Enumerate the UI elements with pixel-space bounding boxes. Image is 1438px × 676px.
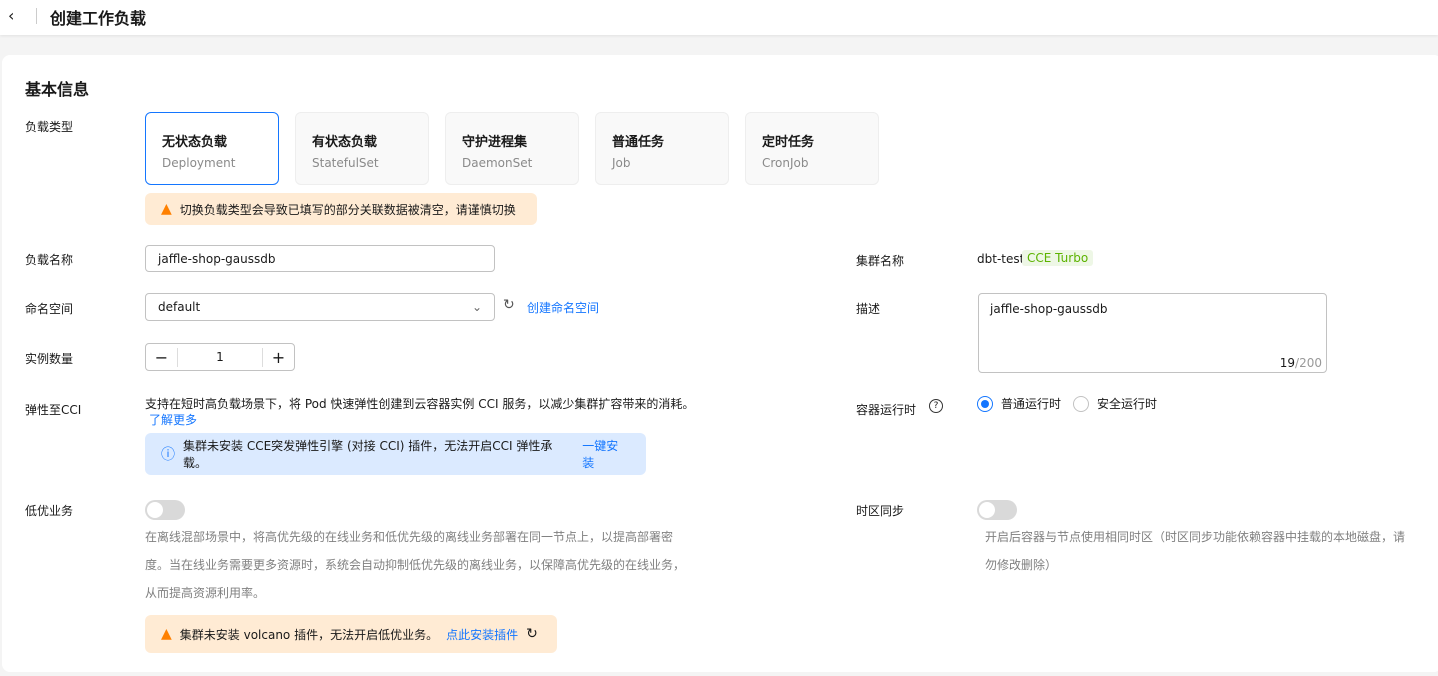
cluster-badge: CCE Turbo — [1022, 250, 1094, 266]
divider — [36, 8, 37, 24]
name-label: 负载名称 — [25, 253, 74, 267]
replicas-label: 实例数量 — [25, 352, 74, 366]
type-daemonset[interactable]: 守护进程集 DaemonSet — [445, 112, 579, 185]
type-title: 定时任务 — [762, 135, 815, 150]
radio-label: 普通运行时 — [1001, 397, 1062, 411]
namespace-value: default — [158, 300, 201, 314]
low-priority-warning: ▲ 集群未安装 volcano 插件，无法开启低优业务。 点此安装插件 ↻ — [145, 615, 557, 653]
radio-secure[interactable] — [1073, 395, 1090, 412]
runtime-label: 容器运行时 — [856, 403, 917, 417]
section-title: 基本信息 — [25, 80, 90, 99]
type-title: 有状态负载 — [312, 135, 378, 150]
type-sub: DaemonSet — [462, 156, 533, 170]
type-title: 守护进程集 — [462, 135, 528, 150]
type-statefulset[interactable]: 有状态负载 StatefulSet — [295, 112, 429, 185]
create-namespace-link[interactable]: 创建命名空间 — [527, 299, 599, 316]
type-cronjob[interactable]: 定时任务 CronJob — [745, 112, 879, 185]
char-max: /200 — [1295, 356, 1322, 370]
cci-desc: 支持在短时高负载场景下，将 Pod 快速弹性创建到云容器实例 CCI 服务，以减… — [145, 397, 695, 411]
cci-label: 弹性至CCI — [25, 403, 82, 417]
workload-type-label: 负载类型 — [25, 120, 74, 134]
info-icon: ⓘ — [161, 447, 175, 463]
char-count: 19 — [1279, 356, 1296, 370]
cluster-name: dbt-test — [977, 252, 1025, 266]
type-deployment[interactable]: 无状态负载 Deployment — [145, 112, 279, 185]
type-sub: StatefulSet — [312, 156, 379, 170]
plus-button[interactable]: + — [262, 347, 294, 367]
type-sub: Deployment — [162, 156, 236, 170]
install-link[interactable]: 一键安装 — [582, 437, 630, 471]
cluster-label: 集群名称 — [856, 254, 905, 268]
radio-label: 安全运行时 — [1097, 397, 1158, 411]
install-plugin-link[interactable]: 点此安装插件 — [446, 626, 518, 643]
type-title: 普通任务 — [612, 135, 665, 150]
warning-text: 集群未安装 volcano 插件，无法开启低优业务。 — [179, 627, 439, 642]
timezone-toggle[interactable] — [977, 500, 1017, 520]
low-priority-label: 低优业务 — [25, 504, 74, 518]
description-value: jaffle-shop-gaussdb — [990, 302, 1108, 316]
learn-more-link[interactable]: 了解更多 — [149, 411, 197, 428]
help-icon[interactable]: ? — [929, 399, 943, 413]
replicas-stepper[interactable]: − 1 + — [145, 343, 295, 371]
refresh-icon[interactable]: ↻ — [526, 626, 538, 642]
type-job[interactable]: 普通任务 Job — [595, 112, 729, 185]
warning-text: 切换负载类型会导致已填写的部分关联数据被清空，请谨慎切换 — [179, 202, 516, 217]
minus-button[interactable]: − — [146, 347, 178, 367]
page-title: 创建工作负载 — [50, 9, 147, 28]
replicas-value[interactable]: 1 — [178, 350, 262, 364]
page-header: ‹ 创建工作负载 — [0, 0, 1438, 35]
description-label: 描述 — [856, 302, 881, 316]
type-title: 无状态负载 — [162, 135, 228, 150]
warning-icon: ▲ — [161, 626, 172, 642]
name-value: jaffle-shop-gaussdb — [158, 251, 276, 266]
type-sub: Job — [612, 156, 631, 170]
type-warning: ▲ 切换负载类型会导致已填写的部分关联数据被清空，请谨慎切换 — [145, 193, 537, 225]
timezone-desc: 开启后容器与节点使用相同时区（时区同步功能依赖容器中挂载的本地磁盘，请勿修改删除… — [985, 530, 1406, 572]
warning-icon: ▲ — [161, 201, 172, 217]
low-priority-toggle[interactable] — [145, 500, 185, 520]
back-icon[interactable]: ‹ — [8, 6, 14, 25]
namespace-label: 命名空间 — [25, 302, 74, 316]
info-text: 集群未安装 CCE突发弹性引擎 (对接 CCI) 插件，无法开启CCI 弹性承载… — [183, 439, 553, 470]
cci-info: ⓘ 集群未安装 CCE突发弹性引擎 (对接 CCI) 插件，无法开启CCI 弹性… — [145, 433, 646, 475]
radio-normal[interactable] — [977, 395, 993, 412]
runtime-radio-group: 普通运行时 安全运行时 — [977, 395, 1157, 412]
type-sub: CronJob — [762, 156, 809, 170]
refresh-icon[interactable]: ↻ — [503, 297, 515, 313]
timezone-label: 时区同步 — [856, 504, 905, 518]
low-priority-desc: 在离线混部场景中，将高优先级的在线业务和低优先级的离线业务部署在同一节点上，以提… — [145, 530, 686, 600]
chevron-down-icon: ⌄ — [471, 300, 482, 314]
description-textarea[interactable]: jaffle-shop-gaussdb 19/200 — [978, 293, 1327, 373]
namespace-select[interactable]: default ⌄ — [145, 293, 495, 321]
name-input[interactable]: jaffle-shop-gaussdb — [145, 245, 495, 272]
